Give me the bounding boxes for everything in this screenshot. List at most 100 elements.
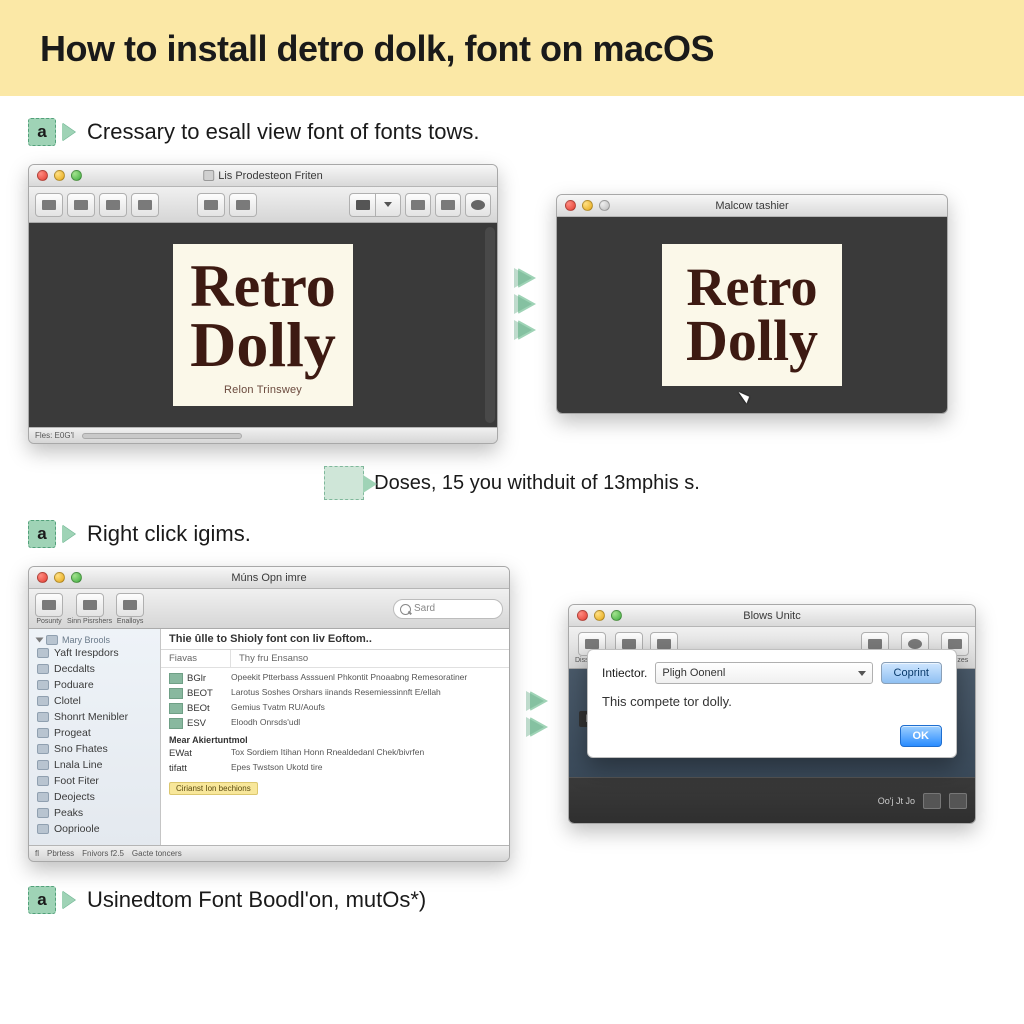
minimize-icon[interactable] [582, 200, 593, 211]
minimize-icon[interactable] [594, 610, 605, 621]
highlight-pill[interactable]: Cirianst Ion bechions [169, 782, 258, 795]
toolbar-button[interactable] [35, 193, 63, 217]
folder-icon [37, 808, 49, 818]
sidebar-item[interactable]: Progeat [29, 725, 160, 741]
under-strip: Oo'j Jt Jo [569, 777, 975, 823]
step-2-row: a Right click igims. [28, 520, 996, 548]
disclosure-icon[interactable] [36, 638, 44, 643]
toolbar: Posunty Sinn Pisrshers Enalloys Sard [29, 589, 509, 629]
sidebar-item[interactable]: Yaft Irespdors [29, 645, 160, 661]
font-sample-card: Retro Dolly Relon Trinswey [173, 244, 353, 406]
mid-note-text: Doses, 15 you withduit of 13mphis s. [374, 472, 700, 495]
list-item[interactable]: tifattEpes Twstson Ukotd tire [161, 761, 509, 776]
sidebar-item[interactable]: Peaks [29, 805, 160, 821]
close-icon[interactable] [37, 170, 48, 181]
zoom-icon[interactable] [71, 572, 82, 583]
window-traffic-lights[interactable] [565, 200, 610, 211]
sidebar-item[interactable]: Lnala Line [29, 757, 160, 773]
status-text: Fles: E0G'l [35, 431, 74, 440]
scrollbar[interactable] [485, 227, 495, 423]
doc-icon [203, 170, 214, 181]
font-sample-line: Retro [189, 258, 337, 315]
toolbar-button[interactable] [76, 593, 104, 617]
sidebar-item[interactable]: Foot Fiter [29, 773, 160, 789]
ok-button[interactable]: OK [900, 725, 943, 747]
thumb-icon[interactable] [949, 793, 967, 809]
toolbar-button[interactable] [131, 193, 159, 217]
toolbar-button[interactable] [465, 193, 491, 217]
toolbar-button[interactable] [116, 593, 144, 617]
window-traffic-lights[interactable] [577, 610, 622, 621]
titlebar[interactable]: Lis Prodesteon Friten [29, 165, 497, 187]
chevron-right-icon [62, 123, 75, 141]
folder-icon [46, 635, 58, 645]
sidebar-item[interactable]: Deojects [29, 789, 160, 805]
window-traffic-lights[interactable] [37, 170, 82, 181]
sidebar-item[interactable]: Ooprioole [29, 821, 160, 837]
window-title: Lis Prodesteon Friten [203, 170, 323, 182]
toolbar-segment[interactable] [349, 193, 401, 217]
toolbar-button[interactable] [99, 193, 127, 217]
list-item[interactable]: BEOtGemius Tvatm RU/Aoufs [161, 701, 509, 716]
close-icon[interactable] [577, 610, 588, 621]
toolbar-button[interactable] [229, 193, 257, 217]
folder-icon [37, 728, 49, 738]
pane-header: Thie ûlle to Shioly font con liv Eoftom.… [161, 629, 509, 650]
titlebar[interactable]: Blows Unitc [569, 605, 975, 627]
list-item[interactable]: BGlrOpeekit Ptterbass Asssuenl Phkontit … [161, 671, 509, 686]
minimize-icon[interactable] [54, 572, 65, 583]
toolbar-button[interactable] [35, 593, 63, 617]
content-area: a Cressary to esall view font of fonts t… [0, 96, 1024, 932]
mid-note: Doses, 15 you withduit of 13mphis s. [28, 466, 996, 500]
step-3-text: Usinedtom Font Boodl'on, mutOs*) [87, 887, 426, 913]
sidebar-item[interactable]: Poduare [29, 677, 160, 693]
list-item[interactable]: ESVEloodh Onrsds'udl [161, 716, 509, 731]
window-title: Blows Unitc [743, 610, 800, 622]
font-preview-window: Lis Prodesteon Friten [28, 164, 498, 444]
list-item[interactable]: BEOTLarotus Soshes Orshars iinands Resem… [161, 686, 509, 701]
toolbar-button[interactable] [197, 193, 225, 217]
minimize-icon[interactable] [54, 170, 65, 181]
folder-icon [37, 648, 49, 658]
font-sample-line: Dolly [682, 313, 822, 368]
under-text: Oo'j Jt Jo [878, 796, 915, 806]
step-3-row: a Usinedtom Font Boodl'on, mutOs*) [28, 886, 996, 914]
finder-window: Múns Opn imre Posunty Sinn Pisrshers Ena… [28, 566, 510, 862]
window-traffic-lights[interactable] [37, 572, 82, 583]
zoom-icon[interactable] [611, 610, 622, 621]
search-input[interactable]: Sard [393, 599, 503, 619]
step-2-pair: Múns Opn imre Posunty Sinn Pisrshers Ena… [28, 566, 996, 862]
sidebar-header: Mary Brools [29, 633, 160, 645]
toolbar-button[interactable] [405, 193, 431, 217]
confirm-button[interactable]: Coprint [881, 662, 942, 684]
list-item[interactable]: EWatTox Sordiem Itihan Honn Rnealdedanl … [161, 746, 509, 761]
font-viewer-window: Malcow tashier Retro Dolly [556, 194, 948, 414]
sidebar-item[interactable]: Shonrt Menibler [29, 709, 160, 725]
folder-icon [37, 776, 49, 786]
toolbar-label: Sinn Pisrshers [67, 618, 112, 625]
toolbar-button[interactable] [435, 193, 461, 217]
step-2-badge: a [28, 520, 56, 548]
toolbar-dropdown[interactable] [375, 193, 401, 217]
thumb-icon[interactable] [923, 793, 941, 809]
sidebar-item[interactable]: Sno Fhates [29, 741, 160, 757]
confirm-dialog: Intiector. Pligh Oonenl Coprint This com… [587, 649, 957, 758]
zoom-icon[interactable] [71, 170, 82, 181]
titlebar[interactable]: Múns Opn imre [29, 567, 509, 589]
close-icon[interactable] [37, 572, 48, 583]
toolbar-button[interactable] [349, 193, 375, 217]
status-text: Pbrtess [47, 849, 74, 858]
close-icon[interactable] [565, 200, 576, 211]
toolbar-label: Posunty [36, 618, 61, 625]
zoom-icon[interactable] [599, 200, 610, 211]
toolbar-button[interactable] [67, 193, 95, 217]
titlebar[interactable]: Malcow tashier [557, 195, 947, 217]
chevron-right-icon [62, 525, 75, 543]
inspector-select[interactable]: Pligh Oonenl [655, 662, 872, 684]
sidebar-item[interactable]: Clotel [29, 693, 160, 709]
step-3-badge: a [28, 886, 56, 914]
sidebar-item[interactable]: Decdalts [29, 661, 160, 677]
window-title: Malcow tashier [715, 200, 788, 212]
step-arrow [530, 691, 548, 737]
slider[interactable] [82, 433, 242, 439]
